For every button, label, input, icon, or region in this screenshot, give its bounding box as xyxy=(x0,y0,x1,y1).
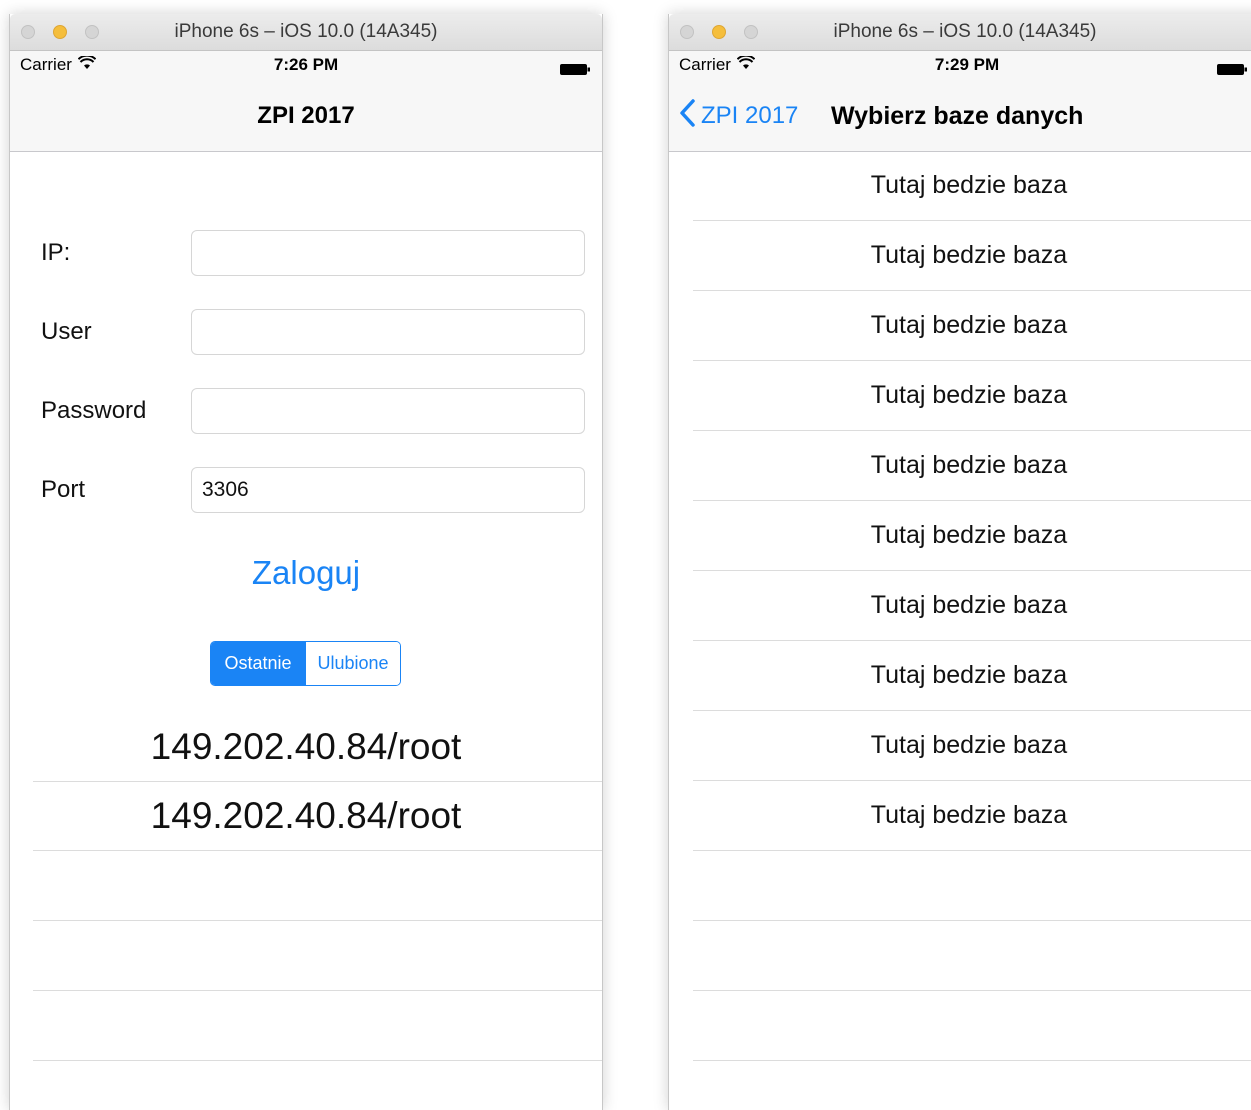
ios-status-bar: Carrier 7:29 PM xyxy=(669,51,1251,81)
password-input[interactable] xyxy=(191,388,585,434)
database-row[interactable]: Tutaj bedzie baza xyxy=(693,641,1251,711)
history-segmented-control: Ostatnie Ulubione xyxy=(210,641,401,686)
database-row[interactable]: Tutaj bedzie baza xyxy=(693,151,1251,221)
simulator-window-databases: iPhone 6s – iOS 10.0 (14A345) Carrier 7:… xyxy=(668,14,1251,1110)
navigation-bar: ZPI 2017 Wybierz baze danych xyxy=(669,81,1251,152)
empty-row xyxy=(33,851,602,921)
nav-title: Wybierz baze danych xyxy=(831,102,1084,130)
port-label: Port xyxy=(41,476,86,503)
simulator-window-login: iPhone 6s – iOS 10.0 (14A345) Carrier 7:… xyxy=(9,14,603,1110)
window-title: iPhone 6s – iOS 10.0 (14A345) xyxy=(833,21,1097,42)
segment-favorites[interactable]: Ulubione xyxy=(305,642,400,685)
battery-icon xyxy=(1217,60,1247,75)
user-label: User xyxy=(41,318,92,345)
empty-row xyxy=(33,921,602,991)
ip-label: IP: xyxy=(41,239,71,266)
database-row[interactable]: Tutaj bedzie baza xyxy=(693,781,1251,851)
chevron-left-icon xyxy=(679,98,701,134)
empty-row xyxy=(693,991,1251,1061)
window-title: iPhone 6s – iOS 10.0 (14A345) xyxy=(174,21,438,42)
window-titlebar[interactable]: iPhone 6s – iOS 10.0 (14A345) xyxy=(10,14,602,51)
history-list: 149.202.40.84/root 149.202.40.84/root xyxy=(33,713,602,1061)
empty-row xyxy=(693,921,1251,991)
database-list: Tutaj bedzie baza Tutaj bedzie baza Tuta… xyxy=(693,151,1251,1061)
database-row[interactable]: Tutaj bedzie baza xyxy=(693,361,1251,431)
history-row[interactable]: 149.202.40.84/root xyxy=(33,713,602,782)
ios-status-bar: Carrier 7:26 PM xyxy=(10,51,602,81)
nav-title: ZPI 2017 xyxy=(257,102,355,129)
user-input[interactable] xyxy=(191,309,585,355)
back-button[interactable]: ZPI 2017 xyxy=(679,81,798,151)
history-row[interactable]: 149.202.40.84/root xyxy=(33,782,602,851)
database-row[interactable]: Tutaj bedzie baza xyxy=(693,221,1251,291)
back-button-label: ZPI 2017 xyxy=(701,102,799,129)
battery-icon xyxy=(560,60,590,75)
port-input[interactable] xyxy=(191,467,585,513)
navigation-bar: ZPI 2017 xyxy=(10,81,602,152)
database-row[interactable]: Tutaj bedzie baza xyxy=(693,711,1251,781)
empty-row xyxy=(33,991,602,1061)
database-row[interactable]: Tutaj bedzie baza xyxy=(693,501,1251,571)
database-row[interactable]: Tutaj bedzie baza xyxy=(693,431,1251,501)
login-button[interactable]: Zaloguj xyxy=(10,554,602,592)
segment-recent[interactable]: Ostatnie xyxy=(211,642,305,685)
status-time: 7:26 PM xyxy=(273,55,339,74)
status-time: 7:29 PM xyxy=(934,55,1000,74)
empty-row xyxy=(693,851,1251,921)
password-label: Password xyxy=(41,397,147,424)
ip-input[interactable] xyxy=(191,230,585,276)
database-row[interactable]: Tutaj bedzie baza xyxy=(693,571,1251,641)
window-titlebar[interactable]: iPhone 6s – iOS 10.0 (14A345) xyxy=(669,14,1251,51)
database-row[interactable]: Tutaj bedzie baza xyxy=(693,291,1251,361)
